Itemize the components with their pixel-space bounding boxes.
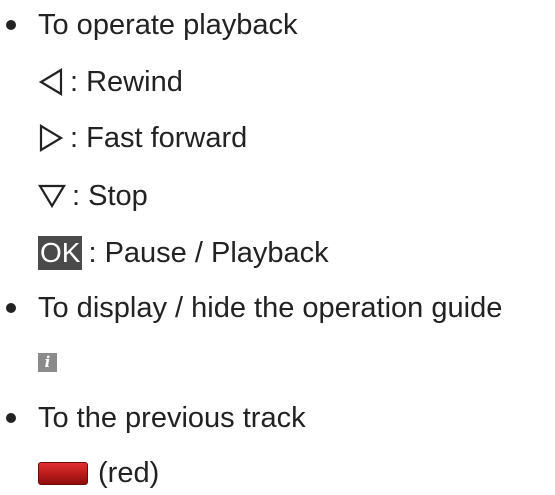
bullet-icon — [6, 20, 16, 30]
rewind-item: : Rewind — [38, 62, 183, 102]
pause-playback-item: OK : Pause / Playback — [38, 233, 329, 273]
fast-forward-label: : Fast forward — [70, 121, 248, 154]
info-key-icon: i — [38, 352, 57, 372]
pause-playback-label: : Pause / Playback — [88, 236, 329, 269]
stop-item: : Stop — [38, 176, 148, 216]
guide-heading-text: To display / hide the operation guide — [38, 291, 503, 324]
red-button-icon — [38, 461, 88, 485]
fast-forward-item: : Fast forward — [38, 118, 247, 158]
red-key-item: (red) — [38, 453, 159, 493]
stop-label: : Stop — [72, 179, 148, 212]
playback-heading-text: To operate playback — [38, 8, 298, 41]
previous-heading-text: To the previous track — [38, 401, 306, 434]
triangle-down-icon — [38, 183, 66, 209]
ok-key-icon: OK — [38, 236, 83, 270]
bullet-icon — [6, 413, 16, 423]
guide-key-item: i — [38, 342, 57, 382]
rewind-label: : Rewind — [70, 65, 183, 98]
triangle-right-icon — [38, 124, 64, 152]
red-key-label: (red) — [98, 456, 160, 489]
bullet-icon — [6, 303, 16, 313]
triangle-left-icon — [38, 68, 64, 96]
